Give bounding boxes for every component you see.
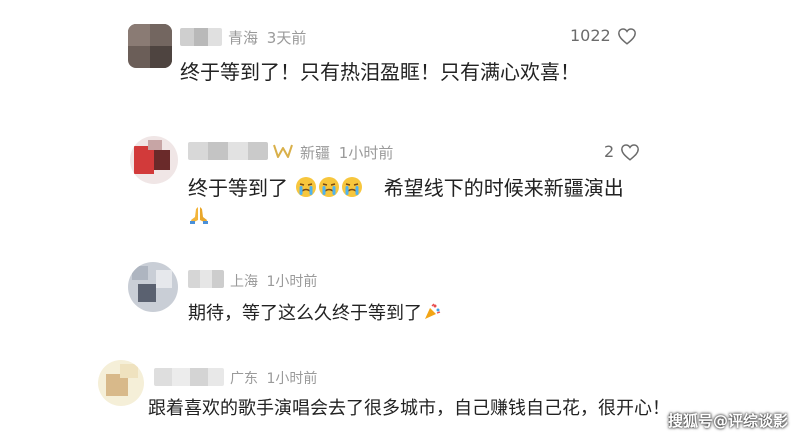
praying-hands-emoji-icon [188, 204, 210, 230]
comment-text: 终于等到了！只有热泪盈眶！只有满心欢喜！ [180, 60, 580, 84]
like-button[interactable]: 1022 [570, 26, 637, 45]
comment-text: 终于等到了 希望线下的时候来新疆演出 [188, 172, 624, 203]
heart-outline-icon [621, 143, 640, 161]
comment-meta: 青海 3天前 [228, 27, 306, 48]
comment-time: 3天前 [266, 29, 307, 47]
like-count: 1022 [570, 26, 611, 45]
like-button[interactable]: 2 [604, 142, 640, 161]
heart-outline-icon [617, 27, 636, 45]
vip-badge-icon [273, 144, 293, 158]
comment-item: 青海 3天前 1022 终于等到了！只有热泪盈眶！只有满心欢喜！ [0, 0, 802, 120]
avatar[interactable] [128, 24, 172, 68]
username-blurred[interactable] [154, 368, 224, 386]
comment-time: 1小时前 [266, 371, 318, 387]
comment-meta: 广东 1小时前 [230, 368, 317, 388]
comment-time: 1小时前 [338, 144, 394, 162]
comment-text-part: 希望线下的时候来新疆演出 [383, 176, 624, 200]
comment-text: 跟着喜欢的歌手演唱会去了很多城市，自己赚钱自己花，很开心！ [148, 398, 670, 419]
avatar[interactable] [98, 360, 144, 406]
username-blurred[interactable] [180, 28, 222, 46]
comment-item: 上海 1小时前 期待，等了这么久终于等到了 [0, 250, 802, 350]
crying-emoji-icon [295, 176, 317, 203]
comment-text-part: 终于等到了 [188, 176, 288, 200]
comment-meta: 新疆 1小时前 [300, 142, 393, 163]
comment-meta: 上海 1小时前 [230, 271, 317, 291]
comment-text-part: 期待，等了这么久终于等到了 [188, 303, 422, 324]
crying-emoji-icon [341, 176, 363, 203]
comment-region: 新疆 [300, 144, 331, 162]
comment-item: 新疆 1小时前 2 终于等到了 希望线下的时候来新疆演出 [0, 120, 802, 250]
comment-region: 广东 [230, 371, 258, 387]
avatar[interactable] [130, 136, 178, 184]
party-popper-emoji-icon [423, 303, 441, 326]
watermark: 搜狐号@评综谈影 [667, 412, 788, 430]
comment-time: 1小时前 [266, 274, 318, 290]
avatar[interactable] [128, 262, 178, 312]
like-count: 2 [604, 142, 615, 161]
crying-emoji-icon [318, 176, 340, 203]
comment-text: 期待，等了这么久终于等到了 [188, 299, 441, 326]
username-blurred[interactable] [188, 142, 268, 160]
username-blurred[interactable] [188, 270, 224, 288]
comment-region: 青海 [228, 29, 259, 47]
comment-region: 上海 [230, 274, 258, 290]
